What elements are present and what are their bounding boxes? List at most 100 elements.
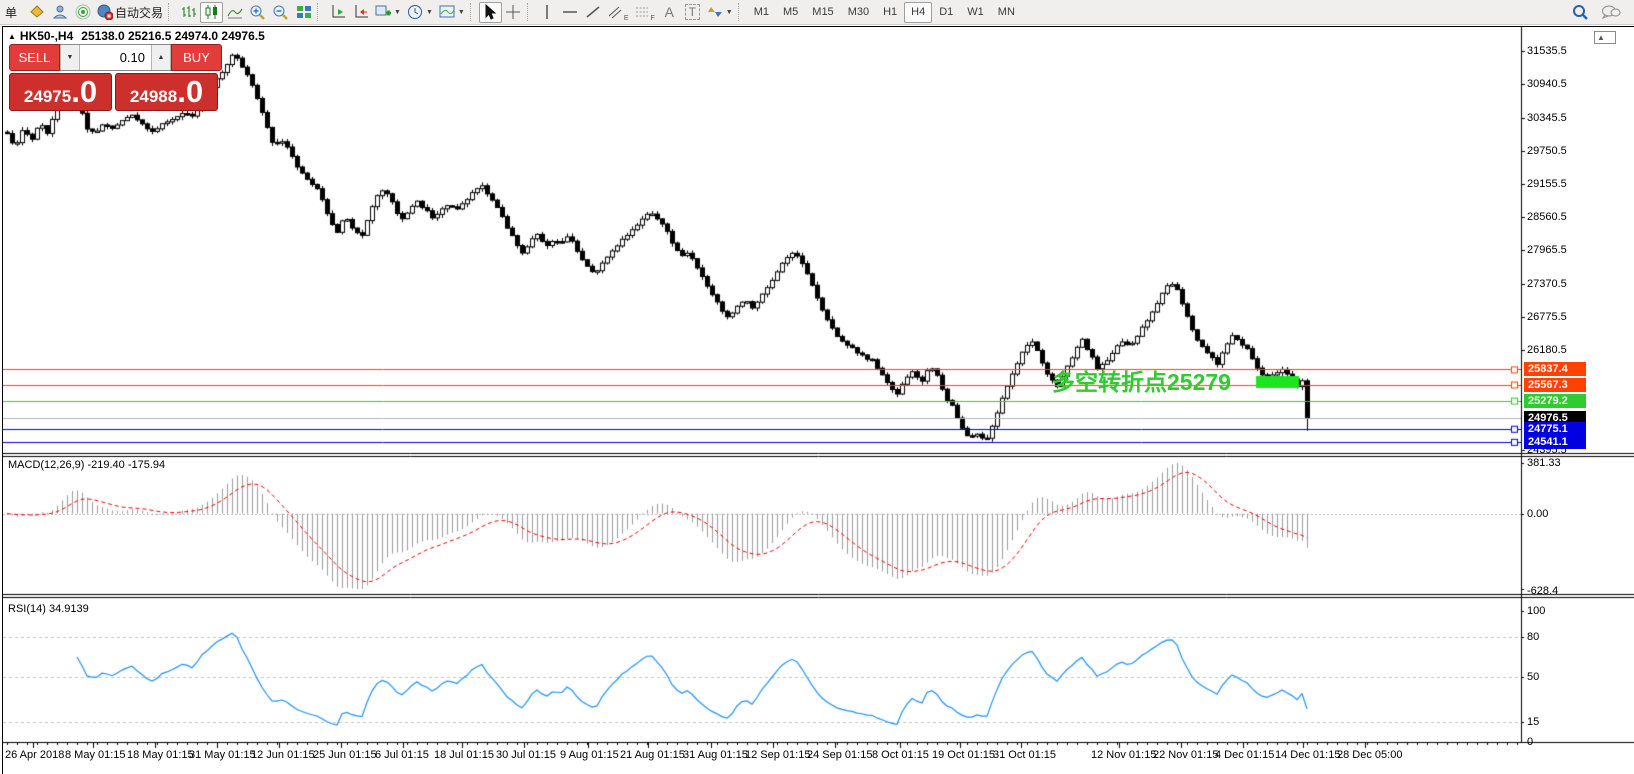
time-axis-label: 19 Oct 01:15 bbox=[932, 749, 995, 761]
buy-price-fraction: .0 bbox=[177, 74, 203, 110]
chart-shift-icon bbox=[353, 4, 369, 20]
time-axis-label: 6 Jul 01:15 bbox=[375, 749, 429, 761]
fibonacci-icon bbox=[635, 5, 649, 19]
person-icon bbox=[52, 4, 68, 20]
text-tool-icon: A bbox=[665, 4, 674, 20]
toolbar-separator bbox=[470, 3, 475, 21]
auto-scroll-button[interactable] bbox=[326, 2, 349, 23]
timeframe-d1-button[interactable]: D1 bbox=[932, 2, 960, 23]
tile-windows-icon bbox=[296, 4, 312, 20]
rsi-axis-label: 100 bbox=[1527, 605, 1545, 617]
timeframe-m5-button[interactable]: M5 bbox=[776, 2, 805, 23]
chart-title-row: ▲ HK50-,H4 25138.0 25216.5 24974.0 24976.5 bbox=[8, 29, 265, 43]
volume-field[interactable]: 0.10 bbox=[80, 45, 151, 70]
signals-button[interactable] bbox=[71, 2, 94, 23]
zoom-in-button[interactable] bbox=[246, 2, 269, 23]
arrows-icon bbox=[707, 5, 723, 19]
price-tick-label: 31535.5 bbox=[1527, 45, 1567, 57]
chat-button[interactable] bbox=[1598, 2, 1624, 23]
time-axis-label: 31 Aug 01:15 bbox=[683, 749, 748, 761]
time-axis-label: 31 May 01:15 bbox=[189, 749, 256, 761]
fibonacci-button[interactable]: F bbox=[632, 2, 658, 23]
tile-windows-button[interactable] bbox=[292, 2, 315, 23]
ohlc-values: 25138.0 25216.5 24974.0 24976.5 bbox=[81, 29, 265, 43]
label-tool-button[interactable]: T bbox=[681, 2, 704, 23]
crosshair-button[interactable] bbox=[502, 2, 525, 23]
gold-icon bbox=[29, 4, 45, 20]
chart-candles-button[interactable] bbox=[200, 2, 223, 23]
timeframe-h1-button[interactable]: H1 bbox=[876, 2, 904, 23]
chart-line-button[interactable] bbox=[223, 2, 246, 23]
pivot-annotation-text[interactable]: 多空转折点25279 bbox=[1052, 363, 1231, 397]
auto-scroll-icon bbox=[330, 4, 346, 20]
chevron-down-icon: ▼ bbox=[458, 9, 465, 16]
timeframe-h4-button[interactable]: H4 bbox=[904, 2, 932, 23]
chart-bars-button[interactable] bbox=[177, 2, 200, 23]
one-click-trade-panel: SELL ▼ 0.10 ▲ BUY 24975.0 24988.0 bbox=[9, 44, 222, 111]
signal-icon bbox=[75, 4, 91, 20]
vertical-line-button[interactable] bbox=[536, 2, 559, 23]
cursor-button[interactable] bbox=[479, 2, 502, 23]
volume-increase-button[interactable]: ▲ bbox=[151, 45, 171, 70]
rsi-axis-label: 15 bbox=[1527, 716, 1539, 728]
rsi-indicator-label: RSI(14) 34.9139 bbox=[8, 603, 89, 615]
new-chart-button[interactable]: ▼ bbox=[372, 2, 404, 23]
zoom-out-icon bbox=[272, 4, 289, 21]
trendline-button[interactable] bbox=[582, 2, 605, 23]
chart-shift-button[interactable] bbox=[349, 2, 372, 23]
chart-canvas[interactable] bbox=[3, 27, 1634, 774]
price-tick-label: 29155.5 bbox=[1527, 178, 1567, 190]
toolbar-separator bbox=[168, 3, 173, 21]
zoom-out-button[interactable] bbox=[269, 2, 292, 23]
timeframe-m15-button[interactable]: M15 bbox=[805, 2, 840, 23]
search-icon bbox=[1572, 4, 1589, 21]
vertical-line-icon bbox=[540, 4, 554, 20]
price-level-label[interactable]: 24775.1 bbox=[1524, 422, 1586, 436]
market-watch-button[interactable] bbox=[25, 2, 48, 23]
autotrading-icon bbox=[97, 4, 113, 20]
autotrading-button[interactable]: 自动交易 bbox=[94, 2, 166, 23]
time-axis-label: 4 Dec 01:15 bbox=[1215, 749, 1274, 761]
buy-price-box[interactable]: 24988.0 bbox=[115, 73, 218, 111]
volume-stepper: ▼ 0.10 ▲ bbox=[60, 44, 171, 71]
new-chart-icon bbox=[375, 4, 391, 20]
timeframe-mn-button[interactable]: MN bbox=[991, 2, 1022, 23]
macd-axis-label: 0.00 bbox=[1527, 508, 1548, 520]
price-level-label[interactable]: 25837.4 bbox=[1524, 362, 1586, 376]
buy-button[interactable]: BUY bbox=[171, 44, 222, 71]
macd-axis-label: 381.33 bbox=[1527, 457, 1561, 469]
shapes-button[interactable]: ▼ bbox=[704, 2, 736, 23]
equidistant-channel-button[interactable]: E bbox=[605, 2, 632, 23]
timeframe-w1-button[interactable]: W1 bbox=[960, 2, 991, 23]
toolbar: 单 自动交易 ▼ ▼ ▼ bbox=[0, 0, 1634, 25]
new-order-button[interactable]: 单 bbox=[2, 2, 25, 23]
time-axis-label: 21 Aug 01:15 bbox=[620, 749, 685, 761]
symbol-period-label: HK50-,H4 bbox=[20, 29, 73, 43]
horizontal-line-button[interactable] bbox=[559, 2, 582, 23]
template-icon bbox=[439, 4, 455, 20]
periods-button[interactable]: ▼ bbox=[404, 2, 436, 23]
timeframe-toolbar: M1 M5 M15 M30 H1 H4 D1 W1 MN bbox=[747, 2, 1022, 23]
chevron-down-icon: ▼ bbox=[726, 9, 733, 16]
timeframe-m30-button[interactable]: M30 bbox=[841, 2, 876, 23]
text-tool-button[interactable]: A bbox=[658, 2, 681, 23]
channel-icon bbox=[608, 5, 622, 19]
toolbar-separator bbox=[738, 3, 743, 21]
time-axis-label: 25 Jun 01:15 bbox=[313, 749, 377, 761]
chat-icon bbox=[1601, 4, 1621, 20]
time-axis-label: 24 Sep 01:15 bbox=[807, 749, 872, 761]
time-axis-label: 14 Dec 01:15 bbox=[1275, 749, 1340, 761]
price-level-label[interactable]: 25279.2 bbox=[1524, 394, 1586, 408]
collapse-trade-panel-icon[interactable]: ▲ bbox=[8, 32, 16, 41]
sell-price-box[interactable]: 24975.0 bbox=[9, 73, 112, 111]
price-level-label[interactable]: 25567.3 bbox=[1524, 378, 1586, 392]
mql5-community-button[interactable] bbox=[48, 2, 71, 23]
timeframe-m1-button[interactable]: M1 bbox=[747, 2, 776, 23]
scroll-marker-box[interactable]: ▲ bbox=[1594, 31, 1616, 44]
price-level-label[interactable]: 24541.1 bbox=[1524, 435, 1586, 449]
templates-button[interactable]: ▼ bbox=[436, 2, 468, 23]
search-button[interactable] bbox=[1569, 2, 1592, 23]
time-axis-label: 18 Jul 01:15 bbox=[434, 749, 494, 761]
volume-decrease-button[interactable]: ▼ bbox=[60, 45, 80, 70]
sell-button[interactable]: SELL bbox=[9, 44, 60, 71]
